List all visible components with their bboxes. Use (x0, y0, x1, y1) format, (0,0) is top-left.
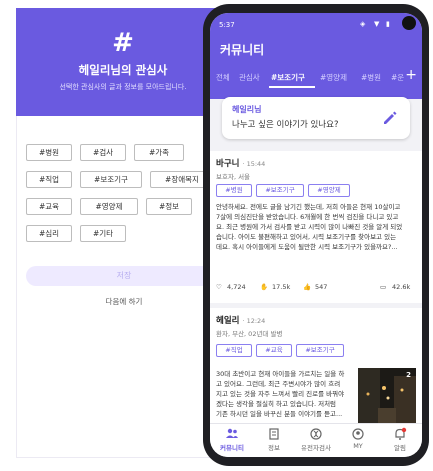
nav-community[interactable]: 커뮤니티 (212, 427, 252, 452)
write-post-prompt[interactable]: 헤일리님 나누고 싶은 이야기가 있나요? (222, 97, 410, 139)
add-tab-button[interactable]: + (405, 68, 417, 82)
tab-more[interactable]: #운 (391, 72, 404, 83)
camera-icon (402, 16, 416, 30)
wifi-icon: ▼ (374, 20, 380, 28)
post-image[interactable]: 2 (358, 368, 416, 430)
interest-chip[interactable]: #기타 (80, 225, 126, 242)
pencil-icon[interactable] (382, 110, 398, 126)
status-bar: 5:37 ◈ ▼ ▮ (210, 13, 422, 33)
interest-chip[interactable]: #검사 (80, 144, 126, 161)
post-card[interactable]: 바구니 · 15:44 보호자, 서울 #병원 #보조기구 #영양제 안녕하세요… (210, 151, 422, 303)
vibrate-icon: ◈ (360, 20, 366, 28)
nav-genetic-test[interactable]: 유전자검사 (296, 427, 336, 452)
nav-label: MY (353, 442, 363, 450)
post-tag[interactable]: #보조기구 (256, 184, 304, 197)
bottom-navigation: 커뮤니티 정보 유전자검사 MY 알림 (210, 423, 422, 457)
interests-header: # 헤일리님의 관심사 선택한 관심사의 글과 정보를 모아드립니다. (16, 8, 230, 116)
tab-interests[interactable]: 관심사 (239, 72, 260, 83)
prompt-user-name: 헤일리님 (232, 105, 262, 114)
thumbs-up-icon[interactable]: 👍 (303, 283, 311, 291)
nav-label: 정보 (268, 444, 280, 452)
page-title: 커뮤니티 (220, 43, 265, 57)
post-tag[interactable]: #교육 (256, 344, 292, 357)
interest-chip[interactable]: #직업 (26, 171, 72, 188)
post-body: 30대 초반이고 현재 아이들을 가르치는 일을 하 고 있어요. 그런데, 최… (216, 370, 345, 418)
nav-info[interactable]: 정보 (254, 427, 294, 452)
interest-chip[interactable]: #정보 (146, 198, 192, 215)
interest-chip[interactable]: #교육 (26, 198, 72, 215)
skip-link[interactable]: 다음에 하기 (26, 296, 222, 307)
post-time: · 12:24 (242, 317, 266, 325)
author-name: 헤일리 (216, 316, 240, 326)
post-body: 안녕하세요. 전에도 글을 남기긴 했는데, 저희 아들은 현재 10살이고 7… (216, 203, 403, 251)
author-name: 바구니 (216, 159, 240, 169)
status-icons: ◈ ▼ ▮ (356, 16, 416, 30)
image-count: 2 (406, 371, 411, 379)
save-button[interactable]: 저장 (26, 266, 222, 286)
comments-count: 42.6k (392, 283, 411, 291)
tab-all[interactable]: 전체 (216, 72, 230, 83)
community-screen: 5:37 ◈ ▼ ▮ 커뮤니티 전체 관심사 #보조기구 #영양제 #병원 #운… (210, 13, 422, 457)
dna-icon (310, 428, 322, 440)
tab-assistive-device[interactable]: #보조기구 (271, 72, 305, 83)
nav-my[interactable]: MY (338, 427, 378, 450)
tab-hospital[interactable]: #병원 (361, 72, 381, 83)
document-icon (269, 428, 279, 440)
people-icon (226, 428, 238, 438)
nav-label: 알림 (394, 444, 406, 452)
likes-count: 4,724 (227, 283, 246, 291)
clap-icon[interactable]: ✋ (260, 283, 268, 291)
hash-icon: # (112, 28, 134, 58)
interest-chip[interactable]: #가족 (134, 144, 184, 161)
post-card[interactable]: 헤일리 · 12:24 환자, 부산, 02년대 발병 #직업 #교육 #보조기… (210, 308, 422, 436)
nav-label: 유전자검사 (301, 444, 331, 452)
author-meta: 보호자, 서울 (216, 173, 251, 181)
interest-chip[interactable]: #보조기구 (80, 171, 142, 188)
post-tag[interactable]: #직업 (216, 344, 252, 357)
status-time: 5:37 (219, 21, 235, 29)
nav-notifications[interactable]: 알림 (380, 427, 420, 452)
post-tag[interactable]: #영양제 (308, 184, 350, 197)
interest-chip[interactable]: #영양제 (80, 198, 138, 215)
category-tabs: 전체 관심사 #보조기구 #영양제 #병원 #운 + (210, 68, 422, 88)
interest-chip[interactable]: #심리 (26, 225, 72, 242)
heart-icon[interactable]: ♡ (216, 283, 222, 291)
post-author: 헤일리 · 12:24 (216, 314, 265, 326)
app-header: 5:37 ◈ ▼ ▮ 커뮤니티 전체 관심사 #보조기구 #영양제 #병원 #운… (210, 13, 422, 99)
post-author: 바구니 · 15:44 (216, 157, 265, 169)
interests-subtitle: 선택한 관심사의 글과 정보를 모아드립니다. (59, 83, 187, 91)
interests-screen: # 헤일리님의 관심사 선택한 관심사의 글과 정보를 모아드립니다. #병원 … (16, 8, 230, 458)
claps-count: 17.5k (272, 283, 291, 291)
tab-supplement[interactable]: #영양제 (320, 72, 347, 83)
post-tag[interactable]: #병원 (216, 184, 252, 197)
battery-icon: ▮ (386, 20, 390, 28)
bell-icon (395, 427, 407, 440)
post-time: · 15:44 (242, 160, 266, 168)
prompt-text: 나누고 싶은 이야기가 있나요? (232, 120, 339, 130)
profile-icon (352, 428, 364, 440)
post-stats: ♡ 4,724 ✋ 17.5k 👍 547 ▭ 42.6k (216, 281, 416, 295)
comment-icon[interactable]: ▭ (380, 283, 386, 291)
active-tab-indicator (269, 86, 315, 88)
thumbs-count: 547 (315, 283, 328, 291)
interest-chip[interactable]: #병원 (26, 144, 72, 161)
author-meta: 환자, 부산, 02년대 발병 (216, 330, 283, 338)
interests-title: 헤일리님의 관심사 (78, 63, 168, 77)
nav-label: 커뮤니티 (220, 444, 244, 452)
post-tag[interactable]: #보조기구 (296, 344, 344, 357)
